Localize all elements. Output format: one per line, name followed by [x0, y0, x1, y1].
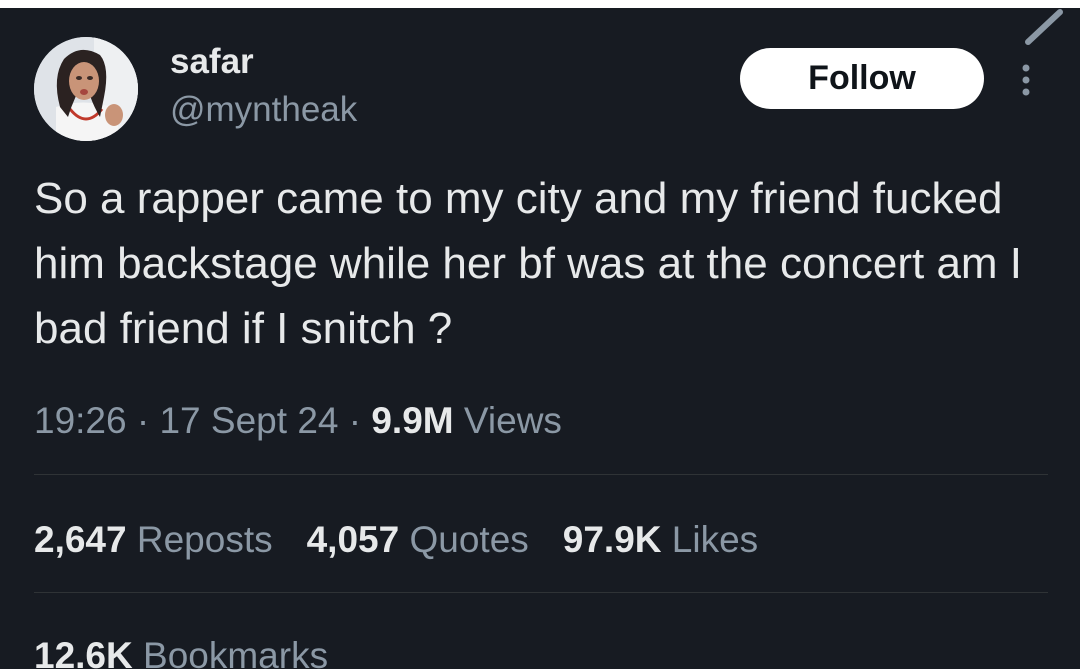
- meta-separator: ·: [348, 400, 362, 441]
- bookmarks-stat[interactable]: 12.6K Bookmarks: [34, 634, 328, 669]
- meta-separator: ·: [136, 400, 150, 441]
- likes-label: Likes: [671, 519, 759, 560]
- views-label: Views: [463, 400, 562, 441]
- quotes-count: 4,057: [306, 519, 400, 560]
- reposts-stat[interactable]: 2,647 Reposts: [34, 518, 273, 562]
- pencil-icon: [1016, 8, 1066, 48]
- tweet-time[interactable]: 19:26: [34, 400, 127, 441]
- tweet-text: So a rapper came to my city and my frien…: [34, 174, 1023, 353]
- likes-stat[interactable]: 97.9K Likes: [563, 518, 758, 562]
- tweet-date[interactable]: 17 Sept 24: [159, 400, 338, 441]
- engagement-stats: 2,647 Reposts 4,057 Quotes 97.9K Likes: [34, 518, 792, 562]
- tweet-screen: safar @myntheak Follow So a rapper came …: [0, 8, 1080, 669]
- follow-button[interactable]: Follow: [740, 48, 984, 109]
- reposts-label: Reposts: [136, 519, 273, 560]
- likes-count: 97.9K: [562, 519, 662, 560]
- divider: [34, 592, 1048, 593]
- tweet-meta: 19:26 · 17 Sept 24 · 9.9M Views: [34, 400, 562, 442]
- reposts-count: 2,647: [34, 519, 127, 560]
- user-handle[interactable]: @myntheak: [170, 90, 357, 130]
- bookmarks-label: Bookmarks: [143, 635, 329, 669]
- views-count: 9.9M: [371, 400, 454, 441]
- quotes-stat[interactable]: 4,057 Quotes: [307, 518, 529, 562]
- quotes-label: Quotes: [409, 519, 529, 560]
- user-name[interactable]: safar: [170, 42, 254, 82]
- bookmarks-count: 12.6K: [34, 635, 133, 669]
- avatar[interactable]: [34, 37, 138, 141]
- divider: [34, 474, 1048, 475]
- more-vertical-icon[interactable]: [1012, 60, 1040, 100]
